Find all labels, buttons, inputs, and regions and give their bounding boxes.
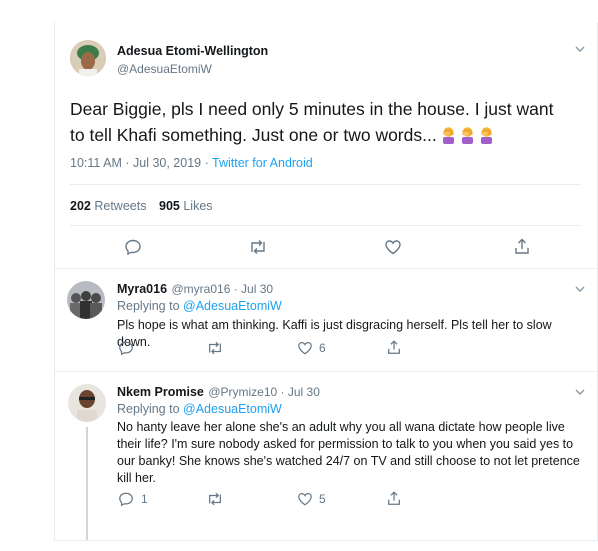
likes-count: 905 xyxy=(159,199,180,213)
reply-icon[interactable] xyxy=(118,340,134,356)
avatar[interactable] xyxy=(68,384,106,422)
tweet-timestamp: 10:11 AM · Jul 30, 2019 · Twitter for An… xyxy=(70,156,313,170)
like-count: 6 xyxy=(319,341,326,355)
heart-icon[interactable] xyxy=(297,340,313,356)
reply-icon[interactable] xyxy=(124,238,142,256)
tweet-source[interactable]: Twitter for Android xyxy=(212,156,313,170)
like-count: 5 xyxy=(319,492,326,506)
share-icon[interactable] xyxy=(386,490,402,506)
chevron-down-icon[interactable] xyxy=(574,385,586,401)
retweet-icon[interactable] xyxy=(206,340,224,356)
reply-author-name[interactable]: Nkem Promise xyxy=(117,385,204,399)
woman-facepalming-icon xyxy=(461,127,473,144)
tweet-card: Adesua Etomi-Wellington @AdesuaEtomiW De… xyxy=(54,22,598,541)
thread-line xyxy=(86,427,88,540)
reply-count: 1 xyxy=(141,492,148,506)
reply-icon[interactable] xyxy=(118,491,134,507)
avatar[interactable] xyxy=(70,40,106,76)
author-name[interactable]: Adesua Etomi-Wellington xyxy=(117,44,268,58)
reply-author-name[interactable]: Myra016 xyxy=(117,282,167,296)
likes-label: Likes xyxy=(183,199,213,213)
retweets-label: Retweets xyxy=(94,199,147,213)
reply-header: Nkem Promise @Prymize10 · Jul 30 xyxy=(117,383,320,401)
emoji-group xyxy=(437,125,494,145)
reply-text: No hanty leave her alone she's an adult … xyxy=(117,420,580,485)
reply-text: Pls hope is what am thinking. Kaffi is j… xyxy=(117,318,552,349)
share-icon[interactable] xyxy=(386,339,402,355)
chevron-down-icon[interactable] xyxy=(574,282,586,298)
chevron-down-icon[interactable] xyxy=(574,42,586,58)
tweet-text: Dear Biggie, pls I need only 5 minutes i… xyxy=(70,96,570,148)
avatar[interactable] xyxy=(67,281,105,319)
replying-prefix: Replying to xyxy=(117,299,184,313)
replying-to: Replying to @AdesuaEtomiW xyxy=(117,402,282,416)
divider xyxy=(70,225,581,226)
retweets-stat[interactable]: 202 Retweets xyxy=(70,199,146,213)
replying-to-link[interactable]: @AdesuaEtomiW xyxy=(183,299,282,313)
replying-prefix: Replying to xyxy=(117,402,184,416)
retweets-count: 202 xyxy=(70,199,91,213)
retweet-icon[interactable] xyxy=(248,238,268,256)
reply-header: Myra016 @myra016 · Jul 30 xyxy=(117,280,273,298)
reply-author-handle[interactable]: @myra016 · Jul 30 xyxy=(172,282,274,296)
replying-to: Replying to @AdesuaEtomiW xyxy=(117,299,282,313)
author-handle[interactable]: @AdesuaEtomiW xyxy=(117,62,212,76)
woman-facepalming-icon xyxy=(480,127,492,144)
divider xyxy=(55,371,597,372)
heart-icon[interactable] xyxy=(297,491,313,507)
divider xyxy=(55,268,597,269)
woman-facepalming-icon xyxy=(442,127,454,144)
likes-stat[interactable]: 905 Likes xyxy=(159,199,213,213)
heart-icon[interactable] xyxy=(384,238,402,256)
tweet-time[interactable]: 10:11 AM · Jul 30, 2019 · xyxy=(70,156,212,170)
retweet-icon[interactable] xyxy=(206,491,224,507)
replying-to-link[interactable]: @AdesuaEtomiW xyxy=(183,402,282,416)
share-icon[interactable] xyxy=(513,237,531,255)
reply-author-handle[interactable]: @Prymize10 · Jul 30 xyxy=(208,385,320,399)
divider xyxy=(70,184,581,185)
